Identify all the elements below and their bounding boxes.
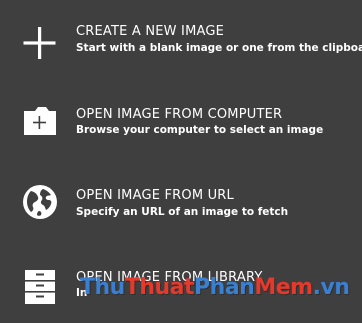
- option-title: OPEN IMAGE FROM URL: [76, 188, 234, 203]
- option-subtitle: Browse your computer to select an image: [76, 124, 324, 136]
- watermark-part: Mem: [254, 275, 313, 300]
- watermark-part: Thu: [80, 275, 125, 300]
- option-subtitle: Start with a blank image or one from the…: [76, 42, 362, 54]
- watermark-logo: ThuThuatPhanMem.vn: [80, 275, 350, 300]
- watermark-part: .vn: [312, 275, 350, 300]
- create-new-image-option[interactable]: CREATE A NEW IMAGE Start with a blank im…: [0, 10, 362, 70]
- option-subtitle: Specify an URL of an image to fetch: [76, 206, 289, 218]
- plus-icon: [23, 27, 56, 59]
- folder-plus-icon: [24, 107, 56, 135]
- option-title: OPEN IMAGE FROM COMPUTER: [76, 107, 283, 122]
- open-from-computer-option[interactable]: OPEN IMAGE FROM COMPUTER Browse your com…: [0, 94, 362, 154]
- open-from-url-option[interactable]: OPEN IMAGE FROM URL Specify an URL of an…: [0, 172, 362, 232]
- option-title: CREATE A NEW IMAGE: [76, 24, 225, 39]
- globe-icon: [23, 185, 57, 219]
- cabinet-icon: [25, 270, 55, 304]
- watermark-part: Thuat: [124, 275, 195, 300]
- watermark-part: Phan: [194, 275, 255, 300]
- open-image-panel: CREATE A NEW IMAGE Start with a blank im…: [0, 0, 362, 323]
